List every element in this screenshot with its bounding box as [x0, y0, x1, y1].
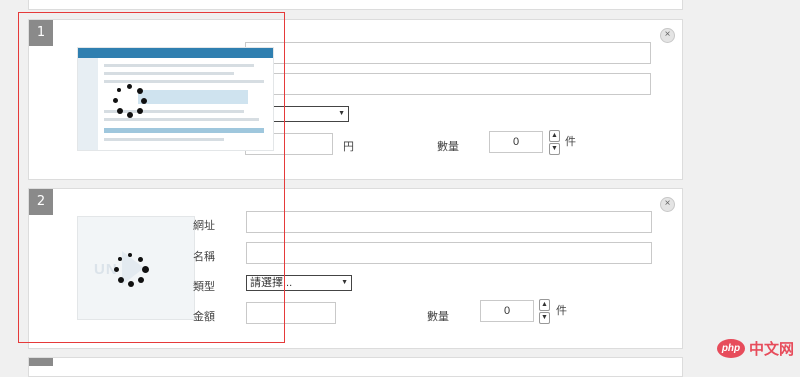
watermark-text: 中文网: [748, 341, 794, 358]
currency-unit: 円: [343, 141, 354, 153]
thumbnail-placeholder: UN: [77, 216, 195, 320]
quantity-input[interactable]: 0: [489, 131, 543, 153]
watermark: php 中文网: [716, 338, 794, 359]
name-input[interactable]: [245, 73, 651, 95]
chevron-up-icon[interactable]: ▲: [539, 299, 550, 311]
item-number-badge: 2: [29, 189, 53, 215]
close-icon[interactable]: ×: [660, 197, 675, 212]
quantity-unit: 件: [556, 305, 567, 317]
quantity-unit: 件: [565, 136, 576, 148]
url-input[interactable]: [246, 211, 652, 233]
quantity-label: 數量: [437, 141, 459, 153]
item-number-badge: 1: [29, 20, 53, 46]
chevron-down-icon[interactable]: ▼: [539, 312, 550, 324]
url-input[interactable]: [245, 42, 651, 64]
name-label: 名稱: [193, 251, 215, 263]
watermark-logo: php: [716, 339, 745, 358]
quantity-label: 數量: [427, 311, 449, 323]
loading-spinner-icon: [114, 253, 149, 287]
amount-input[interactable]: [246, 302, 336, 324]
loading-spinner-icon: [113, 84, 147, 118]
thumbnail-preview: [77, 47, 274, 151]
partial-card-top: [28, 0, 683, 10]
item-card-2: 2 × UN 網址 名稱 類型 請選擇... 金額 數量 0 ▲ ▼ 件: [28, 188, 683, 349]
type-label: 類型: [193, 281, 215, 293]
amount-label: 金額: [193, 311, 215, 323]
name-input[interactable]: [246, 242, 652, 264]
type-select[interactable]: 請選擇...: [246, 275, 352, 291]
url-label: 網址: [193, 220, 215, 232]
item-card-1: 1 × ... 円 數量 0 ▲ ▼ 件: [28, 19, 683, 180]
type-select-value: 請選擇...: [250, 277, 293, 289]
close-icon[interactable]: ×: [660, 28, 675, 43]
chevron-down-icon[interactable]: ▼: [549, 143, 560, 155]
chevron-up-icon[interactable]: ▲: [549, 130, 560, 142]
item-card-3: [28, 357, 683, 377]
quantity-input[interactable]: 0: [480, 300, 534, 322]
